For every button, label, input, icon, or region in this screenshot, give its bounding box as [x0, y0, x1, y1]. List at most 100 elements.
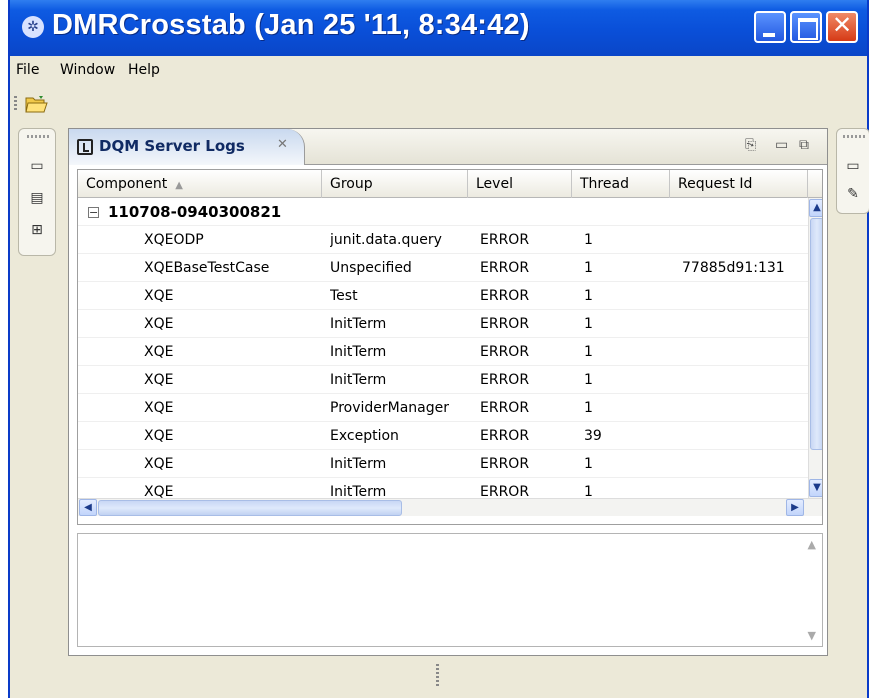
detail-scroll-down-icon[interactable]: ▼	[808, 629, 816, 642]
cell-component: XQE	[144, 428, 174, 444]
restore-icon[interactable]: ▭	[28, 157, 46, 175]
cell-group: ProviderManager	[330, 400, 450, 416]
minimize-view-icon[interactable]: ▭	[775, 137, 788, 153]
cell-request-id	[682, 282, 808, 310]
cell-group: InitTerm	[330, 344, 387, 360]
horizontal-scrollbar[interactable]: ◀ ▶	[78, 498, 822, 516]
menu-window[interactable]: Window	[60, 62, 115, 78]
edit-icon[interactable]: ✎	[844, 185, 862, 203]
column-header-component[interactable]: Component ▲	[78, 170, 322, 198]
cell-level: ERROR	[480, 260, 530, 276]
restore-icon[interactable]: ▭	[844, 157, 862, 175]
table-row[interactable]: XQE InitTerm ERROR 1	[78, 366, 808, 394]
cell-request-id	[682, 422, 808, 450]
cell-group: Unspecified	[330, 260, 412, 276]
collapse-icon[interactable]: −	[88, 207, 99, 218]
minimize-button[interactable]	[754, 11, 786, 43]
folder-open-icon[interactable]	[24, 94, 48, 114]
document-icon[interactable]: ▤	[28, 189, 46, 207]
log-table: Component ▲ Group Level Thread Request Id…	[77, 169, 823, 525]
hierarchy-icon[interactable]: ⊞	[28, 221, 46, 239]
left-trim-stack: ▭ ▤ ⊞	[18, 128, 56, 256]
cell-component: XQE	[144, 456, 174, 472]
splitter-handle-icon[interactable]	[436, 664, 439, 686]
cell-component: XQEODP	[144, 232, 204, 248]
cell-thread: 1	[584, 260, 593, 276]
dqm-server-logs-view: DQM Server Logs ✕ ⎘ ▭ ⧉ Component ▲ Group…	[68, 128, 828, 656]
cell-request-id	[682, 450, 808, 478]
cell-group: Test	[330, 288, 358, 304]
tab-dqm-server-logs[interactable]: DQM Server Logs ✕	[69, 129, 305, 165]
view-tab-bar: DQM Server Logs ✕ ⎘ ▭ ⧉	[69, 129, 827, 165]
cell-request-id	[682, 366, 808, 394]
cell-request-id	[682, 338, 808, 366]
application-window: ✲ DMRCrosstab (Jan 25 '11, 8:34:42) ✕ Fi…	[8, 0, 869, 698]
close-button[interactable]: ✕	[826, 11, 858, 43]
tab-close-icon[interactable]: ✕	[277, 137, 288, 152]
table-header: Component ▲ Group Level Thread Request Id	[78, 170, 822, 198]
log-detail-pane[interactable]: ▲ ▼	[77, 533, 823, 647]
column-header-thread[interactable]: Thread	[572, 170, 670, 198]
scroll-right-icon[interactable]: ▶	[786, 499, 804, 516]
app-icon: ✲	[22, 16, 44, 38]
group-row[interactable]: − 110708-0940300821	[78, 198, 808, 226]
cell-level: ERROR	[480, 456, 530, 472]
maximize-button[interactable]	[790, 11, 822, 43]
table-row[interactable]: XQEODP junit.data.query ERROR 1	[78, 226, 808, 254]
table-row[interactable]: XQE Exception ERROR 39	[78, 422, 808, 450]
cell-request-id: 77885d91:131	[682, 260, 785, 276]
cell-level: ERROR	[480, 288, 530, 304]
cell-level: ERROR	[480, 316, 530, 332]
window-title: DMRCrosstab (Jan 25 '11, 8:34:42)	[52, 9, 530, 41]
cell-request-id	[682, 226, 808, 254]
table-row[interactable]: XQE Test ERROR 1	[78, 282, 808, 310]
vertical-scroll-thumb[interactable]	[810, 218, 822, 450]
cell-thread: 1	[584, 288, 593, 304]
column-header-level[interactable]: Level	[468, 170, 572, 198]
cell-level: ERROR	[480, 372, 530, 388]
tab-label: DQM Server Logs	[99, 137, 245, 155]
table-row[interactable]: XQE ProviderManager ERROR 1	[78, 394, 808, 422]
toolbar-grip-icon[interactable]	[14, 96, 17, 112]
cell-thread: 1	[584, 400, 593, 416]
cell-thread: 1	[584, 344, 593, 360]
log-view-icon	[77, 139, 93, 155]
horizontal-scroll-thumb[interactable]	[98, 500, 402, 516]
drag-handle-icon[interactable]	[27, 135, 49, 138]
column-header-group[interactable]: Group	[322, 170, 468, 198]
maximize-view-icon[interactable]: ⧉	[799, 137, 809, 153]
scroll-up-icon[interactable]: ▲	[809, 199, 822, 217]
group-label: 110708-0940300821	[108, 203, 282, 221]
cell-group: Exception	[330, 428, 399, 444]
cell-thread: 1	[584, 232, 593, 248]
detail-scroll-up-icon[interactable]: ▲	[808, 538, 816, 551]
cell-component: XQE	[144, 344, 174, 360]
vertical-scrollbar[interactable]: ▲ ▼	[808, 198, 822, 498]
cell-request-id	[682, 394, 808, 422]
drag-handle-icon[interactable]	[843, 135, 865, 138]
menu-bar: File Window Help	[10, 58, 867, 84]
table-row[interactable]: XQE InitTerm ERROR 1	[78, 450, 808, 478]
cell-level: ERROR	[480, 428, 530, 444]
cell-group: InitTerm	[330, 316, 387, 332]
cell-component: XQEBaseTestCase	[144, 260, 270, 276]
menu-file[interactable]: File	[16, 62, 39, 78]
cell-level: ERROR	[480, 400, 530, 416]
menu-help[interactable]: Help	[128, 62, 160, 78]
title-bar[interactable]: ✲ DMRCrosstab (Jan 25 '11, 8:34:42) ✕	[10, 0, 867, 56]
sort-ascending-icon: ▲	[175, 180, 183, 191]
scroll-down-icon[interactable]: ▼	[809, 479, 822, 497]
cell-group: junit.data.query	[330, 232, 442, 248]
cell-level: ERROR	[480, 344, 530, 360]
cell-thread: 39	[584, 428, 602, 444]
cell-group: InitTerm	[330, 456, 387, 472]
column-header-request-id[interactable]: Request Id	[670, 170, 808, 198]
scroll-left-icon[interactable]: ◀	[79, 499, 97, 516]
export-icon[interactable]: ⎘	[745, 137, 756, 153]
cell-thread: 1	[584, 456, 593, 472]
cell-component: XQE	[144, 288, 174, 304]
table-row[interactable]: XQEBaseTestCase Unspecified ERROR 1 77885d91…	[78, 254, 808, 282]
table-row[interactable]: XQE InitTerm ERROR 1	[78, 310, 808, 338]
cell-thread: 1	[584, 372, 593, 388]
table-row[interactable]: XQE InitTerm ERROR 1	[78, 338, 808, 366]
